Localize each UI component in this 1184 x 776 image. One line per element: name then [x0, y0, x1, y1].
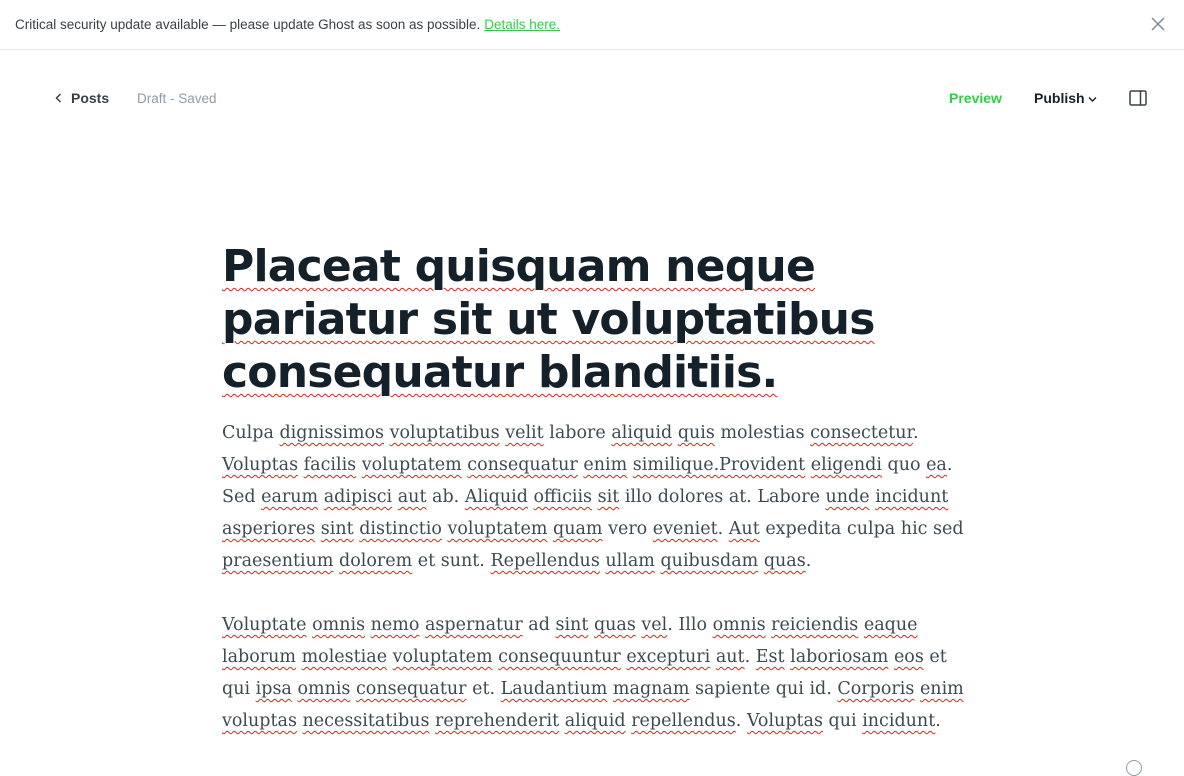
- misspelled-word: Repellendus: [490, 551, 600, 571]
- misspelled-word: incidunt: [862, 711, 936, 731]
- back-label: Posts: [71, 90, 110, 106]
- misspelled-word: voluptatibus: [389, 423, 500, 443]
- help-icon[interactable]: [1126, 760, 1142, 776]
- misspelled-word: quas: [593, 615, 636, 635]
- chevron-left-icon: [55, 93, 62, 103]
- misspelled-word: magnam: [612, 679, 690, 699]
- post-status: Draft - Saved: [137, 91, 217, 106]
- misspelled-word: enim: [919, 679, 964, 699]
- misspelled-word: sit: [597, 487, 620, 507]
- chevron-down-icon: [1088, 96, 1097, 102]
- misspelled-word: sint: [555, 615, 589, 635]
- misspelled-word: nemo: [370, 615, 420, 635]
- misspelled-word: aliquid: [564, 711, 626, 731]
- misspelled-word: facilis: [303, 455, 357, 475]
- post-title[interactable]: Placeat quisquam neque pariatur sit ut v…: [222, 240, 967, 399]
- misspelled-word: laboriosam: [790, 647, 889, 667]
- misspelled-word: quibusdam: [660, 551, 759, 571]
- preview-button[interactable]: Preview: [949, 90, 1002, 106]
- misspelled-word: praesentium: [222, 551, 334, 571]
- misspelled-word: reiciendis: [771, 615, 859, 635]
- misspelled-word: consequatur: [467, 455, 578, 475]
- editor-header: Posts Draft - Saved Preview Publish: [0, 50, 1184, 148]
- misspelled-word: earum: [261, 487, 319, 507]
- misspelled-word: aliquid: [611, 423, 673, 443]
- misspelled-word: voluptatem: [392, 647, 493, 667]
- misspelled-word: asperiores: [222, 519, 316, 539]
- misspelled-word: consequuntur: [498, 647, 621, 667]
- banner-details-link[interactable]: Details here.: [484, 17, 560, 32]
- misspelled-word: vel: [641, 615, 668, 635]
- misspelled-word: laborum: [222, 647, 296, 667]
- misspelled-word: quis: [677, 423, 715, 443]
- post-paragraph-1[interactable]: Culpa dignissimos voluptatibus velit lab…: [222, 417, 967, 577]
- misspelled-word: eaque: [863, 615, 918, 635]
- misspelled-word: adipisci: [323, 487, 393, 507]
- misspelled-word: Laudantium: [500, 679, 608, 699]
- misspelled-word: voluptatem: [361, 455, 462, 475]
- misspelled-word: quam: [553, 519, 603, 539]
- misspelled-word: repellendus: [631, 711, 736, 731]
- misspelled-word: Voluptas: [222, 455, 299, 475]
- back-to-posts-link[interactable]: Posts: [55, 90, 109, 106]
- misspelled-word: dolorem: [339, 551, 413, 571]
- misspelled-word: necessitatibus: [302, 711, 430, 731]
- misspelled-word: enim: [583, 455, 628, 475]
- post-paragraph-2[interactable]: Voluptate omnis nemo aspernatur ad sint …: [222, 609, 967, 737]
- misspelled-word: aut: [397, 487, 427, 507]
- sidebar-toggle-icon[interactable]: [1129, 90, 1147, 106]
- misspelled-word: Aliquid: [464, 487, 528, 507]
- misspelled-word: ea: [926, 455, 947, 475]
- misspelled-word: omnis: [312, 615, 366, 635]
- misspelled-word: voluptas: [222, 711, 297, 731]
- misspelled-word: dignissimos: [279, 423, 385, 443]
- misspelled-word: consectetur: [810, 423, 913, 443]
- misspelled-word: eveniet: [652, 519, 718, 539]
- misspelled-word: aspernatur: [424, 615, 523, 635]
- misspelled-word: aut: [715, 647, 745, 667]
- misspelled-word: Voluptate: [222, 615, 307, 635]
- misspelled-word: voluptatem: [447, 519, 548, 539]
- misspelled-word: Aut: [728, 519, 760, 539]
- banner-message: Critical security update available — ple…: [15, 17, 481, 32]
- misspelled-word: molestiae: [301, 647, 388, 667]
- publish-menu-button[interactable]: Publish: [1034, 90, 1097, 106]
- misspelled-word: ullam: [605, 551, 655, 571]
- misspelled-word: quas: [763, 551, 806, 571]
- misspelled-word: Voluptas: [746, 711, 823, 731]
- misspelled-word: eligendi: [810, 455, 882, 475]
- misspelled-word: reprehenderit: [435, 711, 560, 731]
- publish-label: Publish: [1034, 90, 1085, 106]
- misspelled-word: excepturi: [626, 647, 711, 667]
- misspelled-word: consequatur: [356, 679, 467, 699]
- misspelled-word: omnis: [712, 615, 766, 635]
- update-notification-banner: Critical security update available — ple…: [0, 0, 1184, 50]
- misspelled-word: similique.Provident: [632, 455, 806, 475]
- misspelled-word: distinctio: [359, 519, 442, 539]
- misspelled-word: eos: [893, 647, 924, 667]
- misspelled-word: Est: [755, 647, 785, 667]
- misspelled-word: Corporis: [837, 679, 915, 699]
- misspelled-word: incidunt: [875, 487, 949, 507]
- misspelled-word: ipsa: [255, 679, 292, 699]
- misspelled-word: officiis: [533, 487, 593, 507]
- post-editor-content[interactable]: Placeat quisquam neque pariatur sit ut v…: [222, 240, 967, 769]
- close-icon[interactable]: [1150, 16, 1166, 32]
- misspelled-word: omnis: [297, 679, 351, 699]
- misspelled-word: sint: [320, 519, 354, 539]
- misspelled-word: unde: [825, 487, 870, 507]
- misspelled-word: velit: [505, 423, 544, 443]
